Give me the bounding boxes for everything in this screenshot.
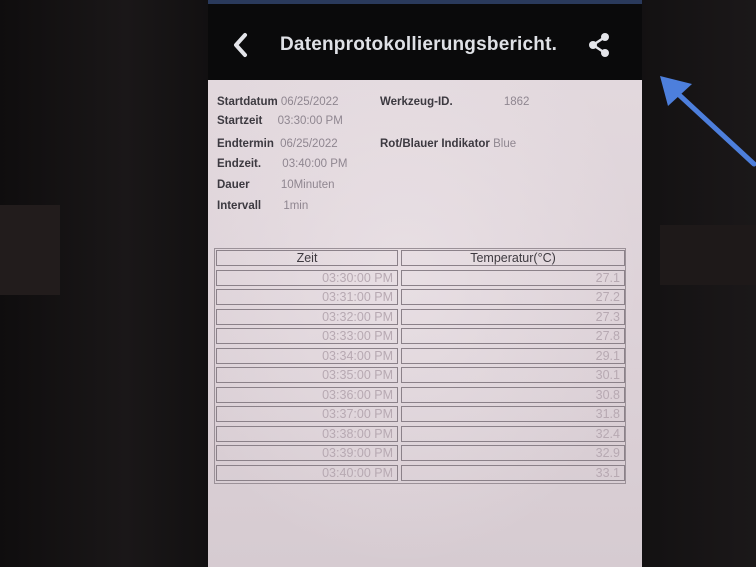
duration-label: Dauer [217, 179, 250, 191]
indicator-label: Rot/Blauer Indikator [380, 138, 490, 150]
info-end-date: Endtermin 06/25/2022 [217, 136, 338, 152]
background-shape [660, 225, 756, 285]
table-row: 03:37:00 PM 31.8 [215, 405, 625, 425]
temperature-cell: 27.8 [401, 328, 625, 344]
report-panel: Startdatum 06/25/2022 Startzeit 03:30:00… [208, 80, 642, 567]
table-row: 03:30:00 PM 27.1 [215, 269, 625, 289]
info-end-time: Endzeit. 03:40:00 PM [217, 156, 348, 172]
time-cell: 03:39:00 PM [216, 445, 398, 461]
info-duration: Dauer 10Minuten [217, 177, 335, 193]
temperature-cell: 30.1 [401, 367, 625, 383]
time-cell: 03:36:00 PM [216, 386, 398, 403]
time-cell: 03:35:00 PM [216, 367, 398, 383]
table-header-row: Zeit Temperatur(°C) [215, 249, 625, 269]
info-indicator: Rot/Blauer Indikator Blue [380, 136, 516, 152]
temperature-cell: 32.4 [401, 425, 625, 442]
temperature-cell: 29.1 [401, 347, 625, 364]
start-time-label: Startzeit [217, 115, 263, 127]
time-cell: 03:32:00 PM [216, 308, 398, 325]
end-date-label: Endtermin [217, 138, 274, 150]
start-date-value: 06/25/2022 [280, 96, 339, 108]
phone-screen: Datenprotokollierungsbericht. Startdatum… [208, 0, 642, 567]
annotation-arrow-icon [660, 76, 756, 167]
column-header-time: Zeit [216, 250, 398, 266]
time-cell: 03:38:00 PM [216, 425, 398, 442]
temperature-cell: 32.9 [401, 445, 625, 461]
table-row: 03:35:00 PM 30.1 [215, 366, 625, 386]
background-shape [0, 205, 60, 295]
table-row: 03:34:00 PM 29.1 [215, 347, 625, 367]
time-cell: 03:33:00 PM [216, 328, 398, 344]
interval-label: Intervall [217, 200, 262, 212]
temperature-cell: 27.1 [401, 269, 625, 286]
table-row: 03:31:00 PM 27.2 [215, 288, 625, 308]
interval-value: 1min [283, 200, 309, 212]
time-cell: 03:31:00 PM [216, 289, 398, 305]
end-date-value: 06/25/2022 [280, 138, 338, 150]
info-start-time: Startzeit 03:30:00 PM [217, 113, 343, 129]
data-table: Zeit Temperatur(°C) 03:30:00 PM 27.1 03:… [214, 248, 626, 484]
app-bar: Datenprotokollierungsbericht. [208, 26, 642, 66]
time-cell: 03:40:00 PM [216, 464, 398, 481]
temperature-cell: 30.8 [401, 386, 625, 403]
back-button[interactable] [228, 30, 254, 60]
share-icon [589, 33, 609, 57]
page-title: Datenprotokollierungsbericht. [280, 34, 558, 55]
temperature-cell: 33.1 [401, 464, 625, 481]
temperature-cell: 27.2 [401, 289, 625, 305]
time-cell: 03:30:00 PM [216, 269, 398, 286]
info-interval: Intervall 1min [217, 198, 308, 214]
end-time-label: Endzeit. [217, 158, 262, 170]
table-row: 03:32:00 PM 27.3 [215, 308, 625, 328]
table-row: 03:38:00 PM 32.4 [215, 425, 625, 445]
report-content: Startdatum 06/25/2022 Startzeit 03:30:00… [208, 80, 642, 567]
info-start-date: Startdatum 06/25/2022 [217, 94, 338, 110]
duration-value: 10Minuten [280, 179, 335, 191]
share-button[interactable] [586, 32, 612, 58]
info-tool-id: Werkzeug-ID. 1862 [380, 94, 529, 110]
start-date-label: Startdatum [217, 96, 278, 108]
time-cell: 03:37:00 PM [216, 406, 398, 422]
tool-id-label: Werkzeug-ID. [380, 96, 453, 108]
table-row: 03:39:00 PM 32.9 [215, 444, 625, 464]
tool-id-value: 1862 [503, 96, 530, 108]
chevron-left-icon [234, 33, 247, 57]
table-row: 03:36:00 PM 30.8 [215, 386, 625, 406]
time-cell: 03:34:00 PM [216, 347, 398, 364]
table-row: 03:33:00 PM 27.8 [215, 327, 625, 347]
start-time-value: 03:30:00 PM [277, 115, 343, 127]
column-header-temperature: Temperatur(°C) [401, 250, 625, 266]
indicator-value: Blue [493, 138, 517, 150]
status-bar-edge [208, 0, 642, 4]
end-time-value: 03:40:00 PM [282, 158, 348, 170]
table-row: 03:40:00 PM 33.1 [215, 464, 625, 484]
temperature-cell: 31.8 [401, 406, 625, 422]
temperature-cell: 27.3 [401, 308, 625, 325]
